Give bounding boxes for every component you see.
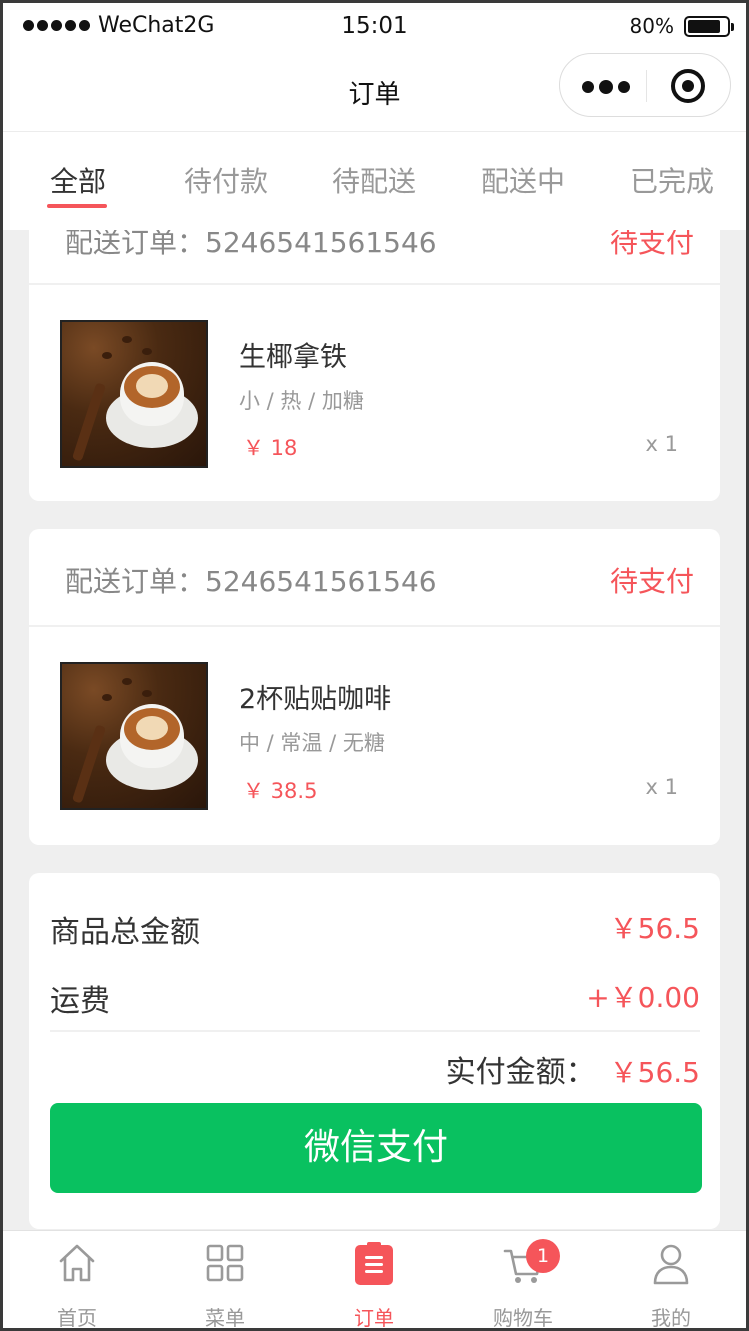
tabbar-item-home[interactable]: 首页 (3, 1231, 151, 1328)
miniprogram-capsule (559, 53, 731, 117)
amount-paid: 实付金额： ￥56.5 (446, 1047, 700, 1091)
product-image (60, 320, 208, 468)
product-price: ￥ 38.5 (243, 779, 318, 803)
tab-pending-delivery[interactable]: 待配送 (332, 160, 416, 200)
battery-icon (684, 15, 734, 37)
battery-status: 80% (629, 14, 734, 38)
product-price: ￥ 18 (243, 436, 298, 460)
order-card-header: 配送订单：5246541561546 待支付 (29, 529, 720, 627)
product-spec: 小 / 热 / 加糖 (239, 389, 364, 413)
tab-delivering[interactable]: 配送中 (481, 160, 565, 200)
status-bar: WeChat2G 15:01 80% (3, 3, 746, 49)
product-name: 2杯贴贴咖啡 (239, 684, 392, 715)
battery-percent: 80% (629, 14, 674, 38)
product-quantity: x 1 (645, 432, 678, 456)
app-screen: WeChat2G 15:01 80% 订单 全部 待付款 待配送 配送中 已完成… (3, 3, 746, 1328)
capsule-divider (646, 70, 647, 102)
product-name: 生椰拿铁 (239, 342, 347, 373)
tab-all[interactable]: 全部 (50, 160, 106, 200)
tabbar-item-orders[interactable]: 订单 (300, 1231, 448, 1328)
tabbar-item-menu[interactable]: 菜单 (151, 1231, 299, 1328)
tab-pending-payment[interactable]: 待付款 (184, 160, 268, 200)
tabbar-label: 我的 (651, 1306, 691, 1328)
order-icon (355, 1242, 393, 1285)
shipping-value: +￥0.00 (586, 981, 700, 1014)
order-status: 待支付 (609, 565, 694, 598)
tabbar-label: 首页 (57, 1306, 97, 1328)
tab-completed[interactable]: 已完成 (630, 160, 714, 200)
product-spec: 中 / 常温 / 无糖 (239, 731, 385, 755)
summary-divider (50, 1030, 700, 1032)
tabbar-label: 购物车 (493, 1306, 553, 1328)
tabbar-label: 菜单 (205, 1306, 245, 1328)
nav-bar: 订单 (3, 49, 746, 131)
shipping-label: 运费 (50, 984, 110, 1019)
amount-paid-value: ￥56.5 (609, 1056, 700, 1089)
more-icon[interactable] (582, 80, 630, 94)
wechat-pay-button[interactable]: 微信支付 (50, 1103, 702, 1193)
product-image (60, 662, 208, 810)
tabbar-item-profile[interactable]: 我的 (597, 1231, 745, 1328)
user-icon (653, 1244, 689, 1285)
active-tab-indicator (47, 204, 107, 208)
goods-total-value: ￥56.5 (609, 912, 700, 945)
tabbar-item-cart[interactable]: 1 购物车 (449, 1231, 597, 1328)
order-tabs: 全部 待付款 待配送 配送中 已完成 (3, 131, 746, 230)
cart-badge: 1 (526, 1239, 560, 1273)
goods-total-label: 商品总金额 (50, 915, 200, 950)
grid-icon (206, 1244, 244, 1282)
amount-paid-label: 实付金额： (445, 1055, 596, 1090)
order-number: 配送订单：5246541561546 (65, 565, 437, 598)
home-icon (59, 1244, 95, 1282)
tabbar-label: 订单 (354, 1306, 394, 1328)
bottom-tab-bar: 首页 菜单 订单 1 购物车 我的 (3, 1230, 746, 1328)
payment-summary: 商品总金额 ￥56.5 运费 +￥0.00 实付金额： ￥56.5 微信支付 (29, 873, 720, 1229)
close-miniprogram-icon[interactable] (671, 69, 705, 103)
order-card[interactable]: 配送订单：5246541561546 待支付 2杯贴贴咖啡 中 / 常温 / 无… (29, 529, 720, 845)
product-quantity: x 1 (645, 775, 678, 799)
